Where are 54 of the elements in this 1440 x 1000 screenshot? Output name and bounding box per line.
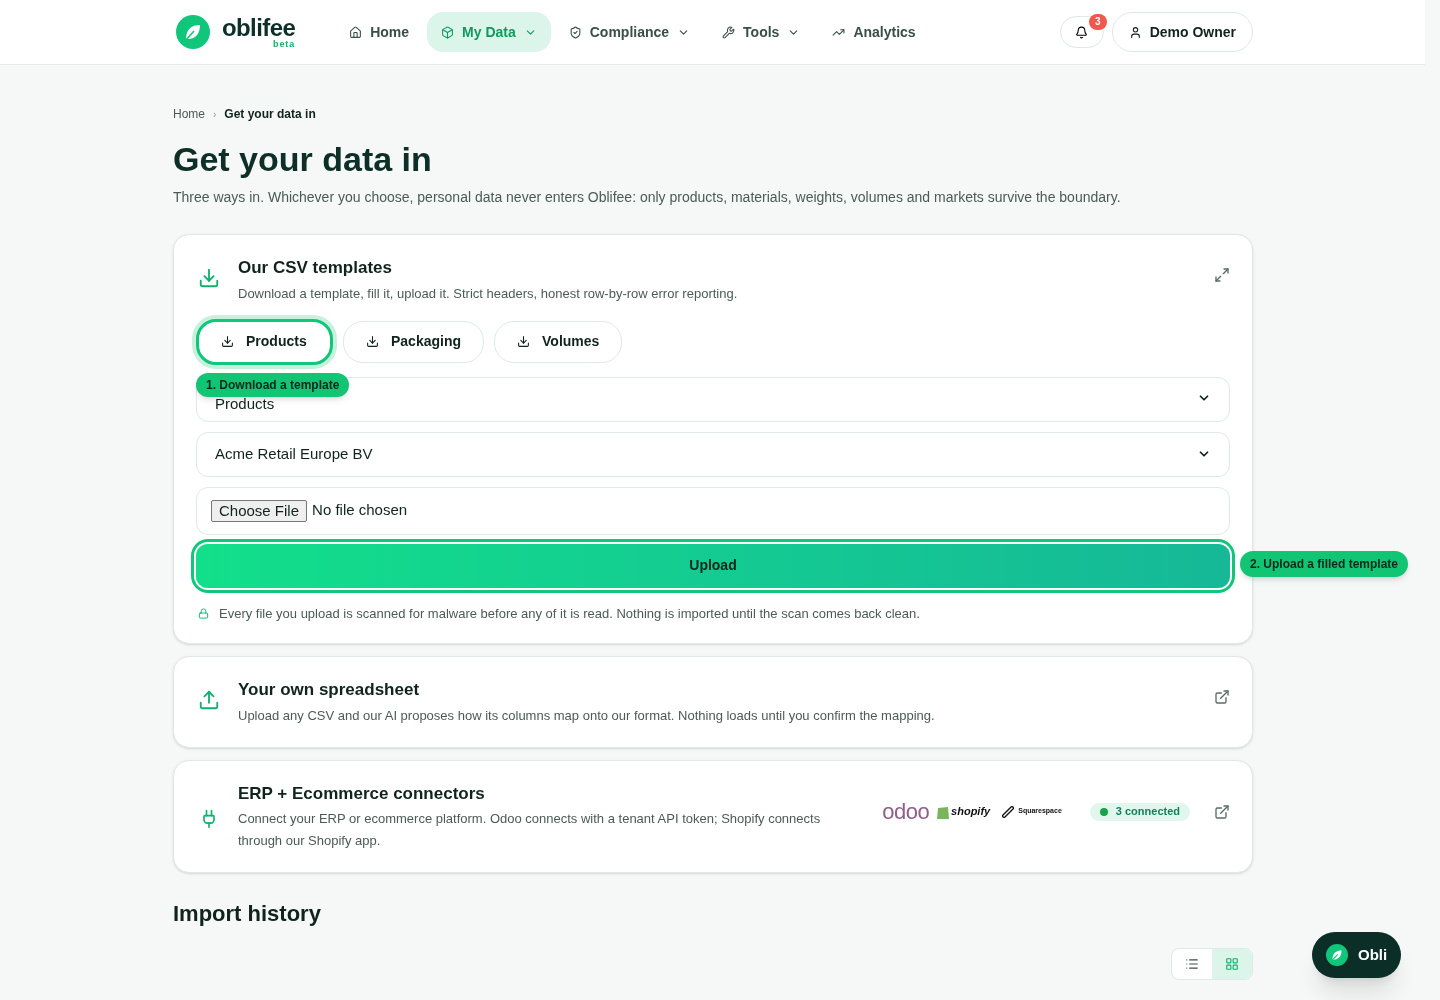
external-link-icon[interactable] — [1214, 803, 1230, 820]
download-icon — [366, 335, 379, 348]
card-title: Our CSV templates — [238, 257, 393, 279]
nav-item[interactable]: Compliance — [554, 12, 705, 52]
breadcrumb-item: Get your data in — [224, 106, 316, 123]
nav-item[interactable]: Home — [335, 12, 424, 52]
page-title: Get your data in — [173, 139, 433, 180]
odoo-logo: odoo — [882, 800, 930, 823]
house-icon — [349, 25, 363, 39]
shopping-bag-icon — [937, 804, 950, 819]
leaf-icon — [1326, 944, 1348, 966]
select-field[interactable]: Acme Retail Europe BV — [196, 431, 1230, 477]
download-icon — [221, 335, 234, 348]
shield-icon — [568, 25, 582, 39]
step-tooltip: 2. Upload a filled template — [1240, 550, 1409, 577]
notification-badge: 3 — [1089, 14, 1107, 30]
assistant-button[interactable]: Obli — [1312, 932, 1402, 978]
list-icon — [1185, 957, 1199, 971]
upload-icon — [198, 689, 220, 711]
logo-wordmark: oblifee — [222, 15, 296, 40]
expand-icon[interactable] — [1214, 267, 1230, 283]
choose-file-button[interactable]: Choose File — [211, 499, 308, 522]
section-title: Import history — [173, 900, 322, 928]
template-button[interactable]: Packaging — [343, 320, 485, 363]
grid-icon — [1225, 957, 1239, 971]
nav-item[interactable]: Analytics — [818, 12, 930, 52]
download-icon — [517, 335, 531, 348]
logo-tag: beta — [273, 39, 296, 49]
file-status: No file chosen — [312, 500, 408, 521]
breadcrumb-separator: › — [213, 107, 217, 122]
step-tooltip: 1. Download a template — [196, 372, 350, 397]
view-toggle[interactable] — [1212, 949, 1252, 979]
breadcrumb-item[interactable]: Home — [173, 105, 205, 123]
bell-icon — [1075, 25, 1089, 39]
cube-icon — [441, 25, 455, 39]
page-intro: Three ways in. Whichever you choose, personal data never enters Oblifee: only products, materials, weights, volumes and markets survive the boundary. — [173, 188, 1122, 207]
link-icon — [1002, 805, 1015, 818]
logo-icon — [176, 15, 210, 49]
download-icon — [198, 267, 220, 289]
file-field[interactable]: Choose File No file chosen — [196, 486, 1230, 535]
shopify-logo: shopify — [951, 804, 991, 820]
card-title: Your own spreadsheet — [238, 679, 421, 701]
card-title: ERP + Ecommerce connectors — [238, 782, 486, 805]
wrench-icon — [722, 25, 736, 39]
lock-icon — [198, 607, 209, 619]
card-description: Upload any CSV and our AI proposes how its columns map onto our format. Nothing loads until you confirm the mapping. — [238, 706, 936, 725]
external-link-icon[interactable] — [1214, 689, 1230, 705]
card-description: Connect your ERP or ecommerce platform. Odoo connects with a tenant API token; Shopify connects through our Shopify app. — [238, 810, 822, 850]
security-note: Every file you upload is scanned for malware before any of it is read. Nothing is imported until the scan comes back clean. — [219, 604, 920, 623]
nav-item[interactable]: Tools — [708, 12, 815, 52]
template-button[interactable]: Volumes — [494, 320, 623, 363]
status-badge: 3 connected — [1089, 802, 1190, 821]
card-description: Download a template, fill it, upload it. Strict headers, honest row-by-row error reporting. — [238, 284, 739, 303]
user-icon — [1128, 25, 1142, 39]
